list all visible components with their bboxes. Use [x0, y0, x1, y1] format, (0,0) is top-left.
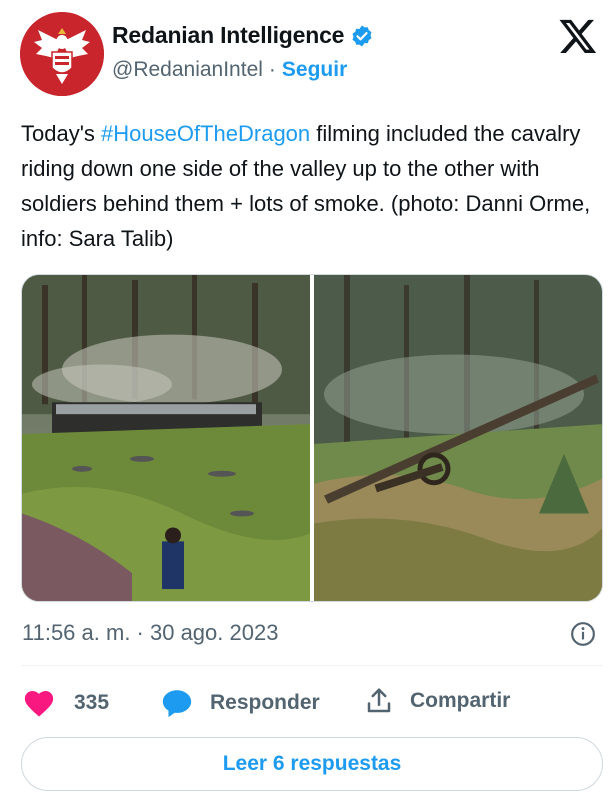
reply-label: Responder [210, 691, 320, 714]
tweet-text: Today's #HouseOfTheDragon filming includ… [21, 116, 601, 256]
tweet-text-intro: Today's [21, 121, 102, 146]
x-logo-icon[interactable] [558, 16, 598, 56]
user-handle[interactable]: @RedanianIntel [112, 58, 263, 82]
like-button[interactable]: 335 [22, 686, 109, 720]
read-replies-button[interactable]: Leer 6 respuestas [21, 737, 603, 791]
share-upload-icon [367, 688, 391, 713]
media-grid [21, 274, 603, 602]
hashtag-link[interactable]: #HouseOfTheDragon [101, 121, 310, 146]
display-name[interactable]: Redanian Intelligence [112, 22, 344, 49]
follow-button[interactable]: Seguir [282, 58, 347, 82]
reply-button[interactable]: Responder [160, 686, 320, 720]
reply-bubble-icon [162, 690, 192, 718]
info-icon[interactable] [570, 621, 596, 647]
verified-badge-icon [350, 24, 374, 48]
divider [21, 665, 603, 666]
photo-siege-engine[interactable] [314, 275, 602, 601]
share-button[interactable]: Compartir [364, 686, 510, 716]
read-replies-label: Leer 6 respuestas [222, 752, 402, 775]
tweet-timestamp[interactable]: 11:56 a. m. · 30 ago. 2023 [22, 620, 278, 646]
redanian-eagle-logo [20, 12, 104, 96]
separator-dot: · [268, 58, 276, 81]
avatar[interactable] [20, 12, 104, 96]
share-label: Compartir [410, 689, 511, 712]
heart-icon [24, 690, 54, 717]
likes-count: 335 [74, 691, 110, 714]
photo-cavalry-valley[interactable] [22, 275, 310, 601]
